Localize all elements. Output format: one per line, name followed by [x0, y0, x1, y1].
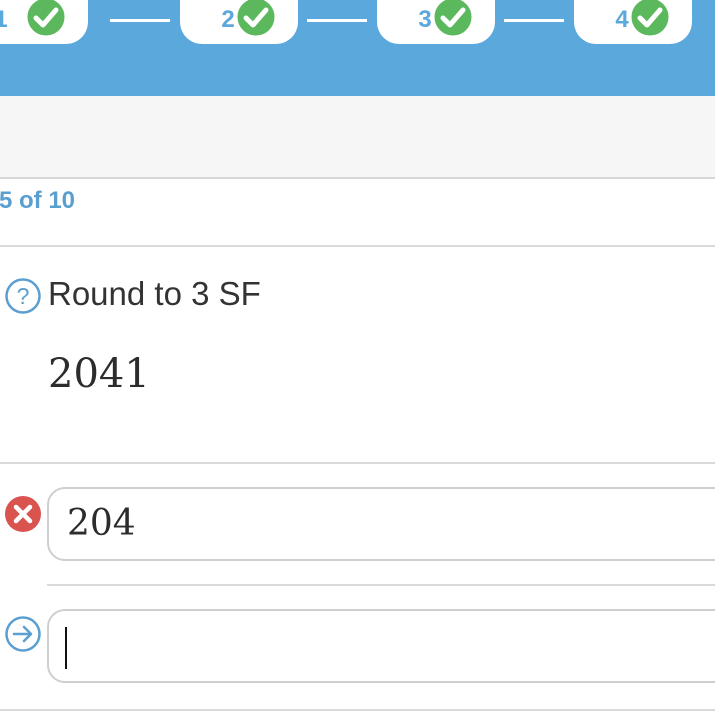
- question-number: 2041: [48, 351, 150, 397]
- arrow-right-circle-icon[interactable]: [4, 615, 42, 653]
- previous-answer-value: 204: [67, 503, 136, 544]
- progress-step-1[interactable]: 1: [0, 0, 88, 44]
- divider: [0, 245, 715, 247]
- step-connector: [307, 19, 367, 22]
- progress-step-4[interactable]: 4: [574, 0, 692, 44]
- check-circle-icon: [431, 0, 475, 39]
- toolbar-band: [0, 96, 715, 179]
- svg-text:?: ?: [17, 283, 30, 309]
- check-circle-icon: [234, 0, 278, 39]
- text-cursor: [65, 627, 67, 669]
- progress-step-2[interactable]: 2: [180, 0, 298, 44]
- question-circle-icon[interactable]: ?: [4, 277, 42, 315]
- cross-circle-icon: [5, 496, 41, 532]
- divider: [0, 709, 715, 711]
- answer-input[interactable]: [47, 609, 715, 683]
- divider: [0, 462, 715, 464]
- divider: [47, 584, 715, 586]
- question-counter: 5 of 10: [0, 187, 76, 214]
- progress-header: 1 2 3 4: [0, 0, 715, 96]
- question-prompt: Round to 3 SF: [48, 275, 261, 312]
- check-circle-icon: [24, 0, 68, 39]
- progress-step-3[interactable]: 3: [377, 0, 495, 44]
- step-connector: [504, 19, 564, 22]
- check-circle-icon: [628, 0, 672, 39]
- step-connector: [110, 19, 170, 22]
- previous-answer-field: 204: [47, 487, 715, 561]
- quiz-page: 1 2 3 4 5 of 10 ? Round to 3 SF 2041 204: [0, 0, 715, 713]
